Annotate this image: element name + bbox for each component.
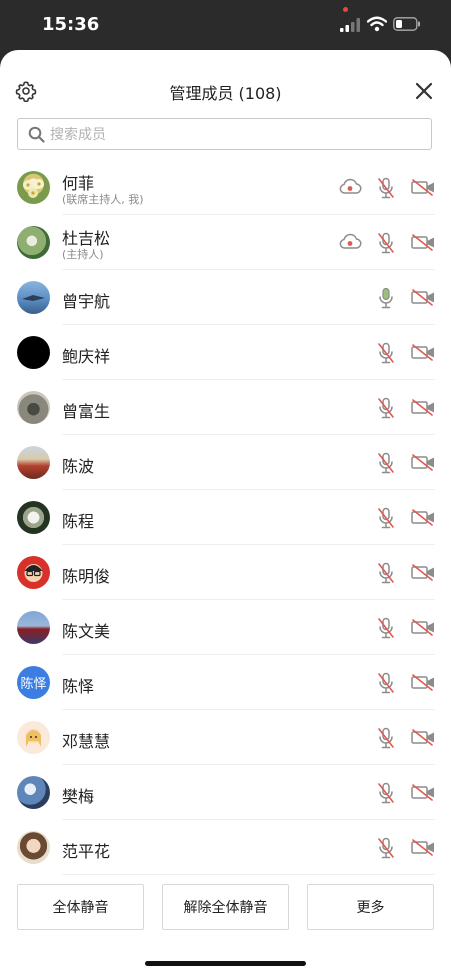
camera-off-icon[interactable]	[411, 839, 436, 856]
mute-all-button[interactable]: 全体静音	[17, 884, 144, 930]
mic-muted-icon[interactable]	[376, 452, 396, 474]
camera-off-icon[interactable]	[411, 344, 436, 361]
member-name: 陈程	[62, 512, 95, 531]
member-role: (主持人)	[62, 248, 104, 261]
member-row[interactable]: 陈明俊	[0, 545, 451, 600]
member-name: 邓慧慧	[62, 732, 111, 751]
search-icon	[28, 126, 45, 143]
battery-icon	[393, 17, 420, 31]
camera-off-icon[interactable]	[411, 674, 436, 691]
camera-off-icon[interactable]	[411, 289, 436, 306]
member-row[interactable]: 范平花	[0, 820, 451, 875]
bottom-actions: 全体静音 解除全体静音 更多	[17, 884, 434, 930]
mic-on-icon[interactable]	[376, 287, 396, 309]
member-list: 何菲 (联席主持人, 我) 杜吉松 (主持人) 曾宇航 鲍庆祥 曾富生 陈波 陈…	[0, 160, 451, 875]
member-name: 曾宇航	[62, 292, 111, 311]
more-button[interactable]: 更多	[307, 884, 434, 930]
mic-muted-icon[interactable]	[376, 507, 396, 529]
avatar	[17, 611, 50, 644]
signal-icon	[340, 18, 360, 32]
member-row[interactable]: 邓慧慧	[0, 710, 451, 765]
member-name: 陈明俊	[62, 567, 111, 586]
camera-off-icon[interactable]	[411, 509, 436, 526]
cloud-recording-icon	[339, 178, 362, 194]
member-name: 范平花	[62, 842, 111, 861]
camera-off-icon[interactable]	[411, 784, 436, 801]
mic-muted-icon[interactable]	[376, 672, 396, 694]
search-box	[17, 118, 432, 150]
recording-indicator-dot	[343, 7, 348, 12]
member-name: 曾富生	[62, 402, 111, 421]
member-row[interactable]: 陈波	[0, 435, 451, 490]
avatar	[17, 336, 50, 369]
status-bar: 15:36	[0, 0, 451, 50]
avatar	[17, 226, 50, 259]
member-name: 陈波	[62, 457, 95, 476]
member-role: (联席主持人, 我)	[62, 193, 144, 206]
avatar	[17, 721, 50, 754]
member-management-sheet: 管理成员 (108) 何菲 (联席主持人, 我)	[0, 50, 451, 975]
member-row[interactable]: 曾富生	[0, 380, 451, 435]
member-row[interactable]: 陈怿 陈怿	[0, 655, 451, 710]
page-title: 管理成员 (108)	[169, 84, 282, 103]
avatar	[17, 171, 50, 204]
avatar	[17, 501, 50, 534]
camera-off-icon[interactable]	[411, 399, 436, 416]
member-name: 陈怿	[62, 677, 95, 696]
avatar: 陈怿	[17, 666, 50, 699]
member-name: 陈文美	[62, 622, 111, 641]
camera-off-icon[interactable]	[411, 234, 436, 251]
camera-off-icon[interactable]	[411, 564, 436, 581]
member-row[interactable]: 鲍庆祥	[0, 325, 451, 380]
home-indicator[interactable]	[145, 961, 306, 966]
member-name: 樊梅	[62, 787, 95, 806]
mic-muted-icon[interactable]	[376, 617, 396, 639]
cloud-recording-icon	[339, 233, 362, 249]
close-icon[interactable]	[414, 81, 434, 101]
avatar	[17, 391, 50, 424]
avatar	[17, 776, 50, 809]
member-name: 鲍庆祥	[62, 347, 111, 366]
camera-off-icon[interactable]	[411, 179, 436, 196]
status-time: 15:36	[42, 14, 100, 35]
mic-muted-icon[interactable]	[376, 562, 396, 584]
member-row[interactable]: 陈文美	[0, 600, 451, 655]
avatar	[17, 556, 50, 589]
camera-off-icon[interactable]	[411, 619, 436, 636]
search-input[interactable]	[48, 124, 422, 146]
mic-muted-icon[interactable]	[376, 727, 396, 749]
avatar-initials: 陈怿	[20, 677, 47, 692]
mic-muted-icon[interactable]	[376, 177, 396, 199]
camera-off-icon[interactable]	[411, 729, 436, 746]
mic-muted-icon[interactable]	[376, 837, 396, 859]
avatar	[17, 831, 50, 864]
member-row[interactable]: 何菲 (联席主持人, 我)	[0, 160, 451, 215]
member-row[interactable]: 樊梅	[0, 765, 451, 820]
member-row[interactable]: 陈程	[0, 490, 451, 545]
mic-muted-icon[interactable]	[376, 397, 396, 419]
wifi-icon	[367, 16, 387, 32]
camera-off-icon[interactable]	[411, 454, 436, 471]
mic-muted-icon[interactable]	[376, 782, 396, 804]
mic-muted-icon[interactable]	[376, 342, 396, 364]
avatar	[17, 281, 50, 314]
avatar	[17, 446, 50, 479]
mic-muted-icon[interactable]	[376, 232, 396, 254]
member-row[interactable]: 杜吉松 (主持人)	[0, 215, 451, 270]
member-row[interactable]: 曾宇航	[0, 270, 451, 325]
unmute-all-button[interactable]: 解除全体静音	[162, 884, 289, 930]
